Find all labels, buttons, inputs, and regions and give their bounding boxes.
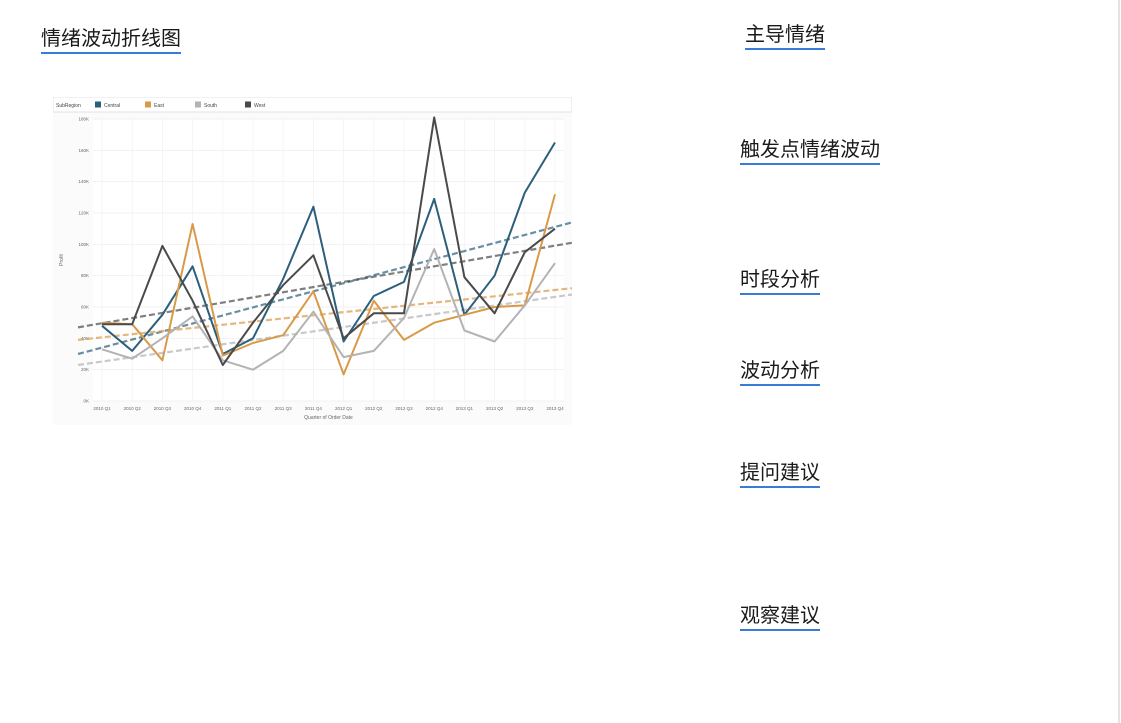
x-tick-label: 2011 Q3 — [275, 406, 292, 411]
legend-swatch — [145, 101, 151, 108]
legend-swatch — [95, 101, 101, 108]
y-tick-label: 20K — [81, 367, 89, 372]
legend-label: East — [154, 103, 165, 109]
legend-label: West — [254, 103, 266, 109]
x-tick-label: 2010 Q4 — [184, 406, 202, 411]
y-axis-title: Profit — [59, 254, 65, 266]
legend-swatch — [195, 101, 201, 108]
y-tick-label: 160K — [78, 148, 89, 153]
y-tick-label: 100K — [78, 242, 89, 247]
y-tick-label: 140K — [78, 179, 89, 184]
trigger-emotion-heading[interactable]: 触发点情绪波动 — [740, 137, 880, 165]
y-tick-label: 180K — [78, 117, 89, 122]
observation-suggestions-heading[interactable]: 观察建议 — [740, 603, 820, 631]
x-tick-label: 2013 Q1 — [456, 406, 474, 411]
x-tick-label: 2012 Q2 — [365, 406, 383, 411]
y-tick-label: 120K — [78, 211, 89, 216]
line-chart-svg: SubRegion Central East South West0K20K40K60K… — [53, 97, 572, 421]
fluctuation-analysis-heading[interactable]: 波动分析 — [740, 358, 820, 386]
y-tick-label: 0K — [83, 399, 89, 404]
x-tick-label: 2011 Q2 — [245, 406, 262, 411]
time-analysis-heading[interactable]: 时段分析 — [740, 267, 820, 295]
dominant-emotion-heading[interactable]: 主导情绪 — [745, 22, 825, 50]
x-tick-label: 2013 Q4 — [546, 406, 564, 411]
x-tick-label: 2011 Q4 — [305, 406, 322, 411]
chart-section-title[interactable]: 情绪波动折线图 — [41, 26, 181, 54]
x-tick-label: 2011 Q1 — [214, 406, 231, 411]
x-tick-label: 2012 Q4 — [426, 406, 444, 411]
x-tick-label: 2010 Q3 — [154, 406, 172, 411]
x-axis-title: Quarter of Order Date — [304, 415, 353, 421]
legend-label: South — [204, 103, 217, 109]
legend-label: Central — [104, 103, 120, 109]
legend-swatch — [245, 101, 251, 108]
x-tick-label: 2013 Q3 — [516, 406, 534, 411]
question-suggestions-heading[interactable]: 提问建议 — [740, 460, 820, 488]
x-tick-label: 2012 Q1 — [335, 406, 353, 411]
emotion-line-chart: SubRegion Central East South West 0K 20K 40K 60K… — [53, 97, 572, 425]
panel-divider — [1118, 0, 1120, 723]
y-tick-label: 80K — [81, 273, 89, 278]
y-tick-label: 60K — [81, 305, 89, 310]
legend-bar — [53, 97, 572, 113]
x-tick-label: 2013 Q2 — [486, 406, 504, 411]
x-tick-label: 2010 Q2 — [124, 406, 142, 411]
legend-title: SubRegion — [56, 103, 81, 109]
x-tick-label: 2012 Q3 — [395, 406, 413, 411]
x-tick-label: 2010 Q1 — [93, 406, 111, 411]
